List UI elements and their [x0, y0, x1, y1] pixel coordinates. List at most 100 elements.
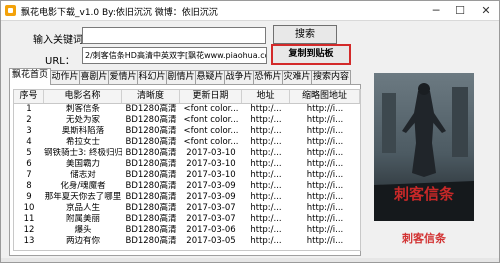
tab-7[interactable]: 悬疑片 [195, 70, 225, 84]
table-cell: http:/... [250, 137, 282, 147]
minimize-button[interactable]: ─ [425, 1, 447, 20]
table-row[interactable]: 1 刺客信条 BD1280高清 <font color... http:/... http… [14, 104, 360, 115]
table-cell: 2017-03-10 [186, 170, 236, 180]
table-cell: <font color... [183, 115, 239, 125]
movie-poster: 刺客信条 [374, 73, 474, 221]
close-button[interactable]: ✕ [473, 1, 499, 20]
table-cell: 2 [26, 115, 32, 125]
table-cell: BD1280高清 [125, 159, 177, 169]
table-cell: 5 [26, 148, 32, 158]
table-cell: 13 [23, 236, 35, 246]
table-cell: BD1280高清 [125, 192, 177, 202]
category-tabs: 飘花首页 动作片 喜剧片 爱情片 科幻片 剧情片 悬疑片 战争片 恐怖片 灾难片 搜索内容 [9, 68, 361, 85]
column-header[interactable]: 序号 [14, 90, 44, 103]
tab-2[interactable]: 动作片 [50, 70, 80, 84]
table-cell: http://i... [306, 225, 344, 235]
table-cell: http:/... [250, 225, 282, 235]
table-cell: http://i... [306, 159, 344, 169]
tab-9[interactable]: 恐怖片 [253, 70, 283, 84]
table-cell: BD1280高清 [125, 203, 177, 213]
table-cell: http:/... [250, 126, 282, 136]
search-button[interactable]: 搜索 [273, 25, 337, 44]
status-bar [1, 258, 499, 262]
table-cell: 2017-03-10 [186, 159, 236, 169]
table-cell: 京品人生 [65, 203, 100, 213]
table-cell: 2017-03-05 [186, 236, 236, 246]
tab-4[interactable]: 爱情片 [108, 70, 138, 84]
column-header[interactable]: 更新日期 [180, 90, 242, 103]
table-cell: 2017-03-10 [186, 148, 236, 158]
table-row[interactable]: 11 附属美丽 BD1280高清 2017-03-07 http:/... http://… [14, 214, 360, 225]
tab-6[interactable]: 剧情片 [166, 70, 196, 84]
table-cell: BD1280高清 [125, 225, 177, 235]
poster-image: 刺客信条 [374, 73, 474, 221]
table-row[interactable]: 8 化身/魂魔者 BD1280高清 2017-03-09 http:/... http:/… [14, 181, 360, 192]
table-cell: http://i... [306, 148, 344, 158]
table-cell: http:/... [250, 115, 282, 125]
table-row[interactable]: 5 钢铁骑士3: 终极归归 BD1280高清 2017-03-10 http:/... h… [14, 148, 360, 159]
table-cell: BD1280高清 [125, 170, 177, 180]
column-header[interactable]: 电影名称 [44, 90, 122, 103]
poster-caption: 刺客信条 [402, 232, 446, 245]
table-cell: BD1280高清 [125, 104, 177, 114]
table-cell: 希拉女士 [65, 137, 100, 147]
tab-1[interactable]: 飘花首页 [9, 68, 51, 85]
tab-11[interactable]: 搜索内容 [311, 70, 351, 84]
table-cell: 2017-03-07 [186, 203, 236, 213]
table-cell: http:/... [250, 203, 282, 213]
tab-8[interactable]: 战争片 [224, 70, 254, 84]
table-row[interactable]: 10 京品人生 BD1280高清 2017-03-07 http:/... http://… [14, 203, 360, 214]
table-row[interactable]: 7 储志对 BD1280高清 2017-03-10 http:/... http://i.… [14, 170, 360, 181]
table-cell: 8 [26, 181, 32, 191]
table-cell: BD1280高清 [125, 181, 177, 191]
table-cell: http://i... [306, 181, 344, 191]
table-row[interactable]: 6 美国霸力 BD1280高清 2017-03-10 http:/... http://i… [14, 159, 360, 170]
table-cell: 爆头 [74, 225, 92, 235]
table-cell: 刺客信条 [65, 104, 100, 114]
table-cell: BD1280高清 [125, 148, 177, 158]
maximize-button[interactable]: ☐ [449, 1, 471, 20]
table-cell: <font color... [183, 137, 239, 147]
table-cell: http:/... [250, 148, 282, 158]
column-header[interactable]: 清晰度 [122, 90, 180, 103]
table-cell: http:/... [250, 159, 282, 169]
table-cell: http://i... [306, 104, 344, 114]
column-header[interactable]: 地址 [242, 90, 290, 103]
table-row[interactable]: 12 爆头 BD1280高清 2017-03-06 http:/... http://i.… [14, 225, 360, 236]
keyword-input[interactable] [82, 27, 266, 44]
poster-title: 刺客信条 [394, 185, 455, 203]
table-cell: BD1280高清 [125, 137, 177, 147]
column-header[interactable]: 缩略图地址 [290, 90, 360, 103]
table-cell: http:/... [250, 170, 282, 180]
table-row[interactable]: 4 希拉女士 BD1280高清 <font color... http:/... http… [14, 137, 360, 148]
table-cell: http:/... [250, 192, 282, 202]
tab-10[interactable]: 灾难片 [282, 70, 312, 84]
table-cell: 11 [23, 214, 35, 224]
table-cell: 2017-03-07 [186, 214, 236, 224]
title-bar: 飘花电影下载_v1.0 By:依旧沉沉 微博：依旧沉沉 ─ ☐ ✕ [1, 1, 499, 21]
table-cell: 化身/魂魔者 [60, 181, 106, 191]
app-icon [5, 5, 16, 16]
table-cell: 2017-03-06 [186, 225, 236, 235]
url-field[interactable]: 2/刺客信条HD高清中英双字[飘花www.piaohua.com].mkv [82, 47, 267, 64]
table-row[interactable]: 13 两边有你 BD1280高清 2017-03-05 http:/... http://… [14, 236, 360, 247]
table-row[interactable]: 9 那年夏天你去了哪里 BD1280高清 2017-03-09 http:/... htt… [14, 192, 360, 203]
table-cell: <font color... [183, 126, 239, 136]
table-cell: BD1280高清 [125, 126, 177, 136]
table-cell: 2017-03-09 [186, 192, 236, 202]
tab-5[interactable]: 科幻片 [137, 70, 167, 84]
table-row[interactable]: 3 奥斯科陷落 BD1280高清 <font color... http:/... htt… [14, 126, 360, 137]
table-cell: 奥斯科陷落 [61, 126, 105, 136]
table-cell: 附属美丽 [65, 214, 100, 224]
tab-3[interactable]: 喜剧片 [79, 70, 109, 84]
table-cell: 美国霸力 [65, 159, 100, 169]
table-row[interactable]: 2 无处为家 BD1280高清 <font color... http:/... http… [14, 115, 360, 126]
copy-to-clipboard-button[interactable]: 复制到贴板 [271, 44, 351, 65]
table-cell: <font color... [183, 104, 239, 114]
table-cell: 那年夏天你去了哪里 [44, 192, 122, 202]
table-cell: 2017-03-09 [186, 181, 236, 191]
movie-table[interactable]: 序号 电影名称 清晰度 更新日期 地址 缩略图地址 1 刺客信条 BD1280高清 <font … [13, 89, 361, 251]
table-cell: http://i... [306, 236, 344, 246]
table-cell: http:/... [250, 181, 282, 191]
table-cell: 两边有你 [65, 236, 100, 246]
